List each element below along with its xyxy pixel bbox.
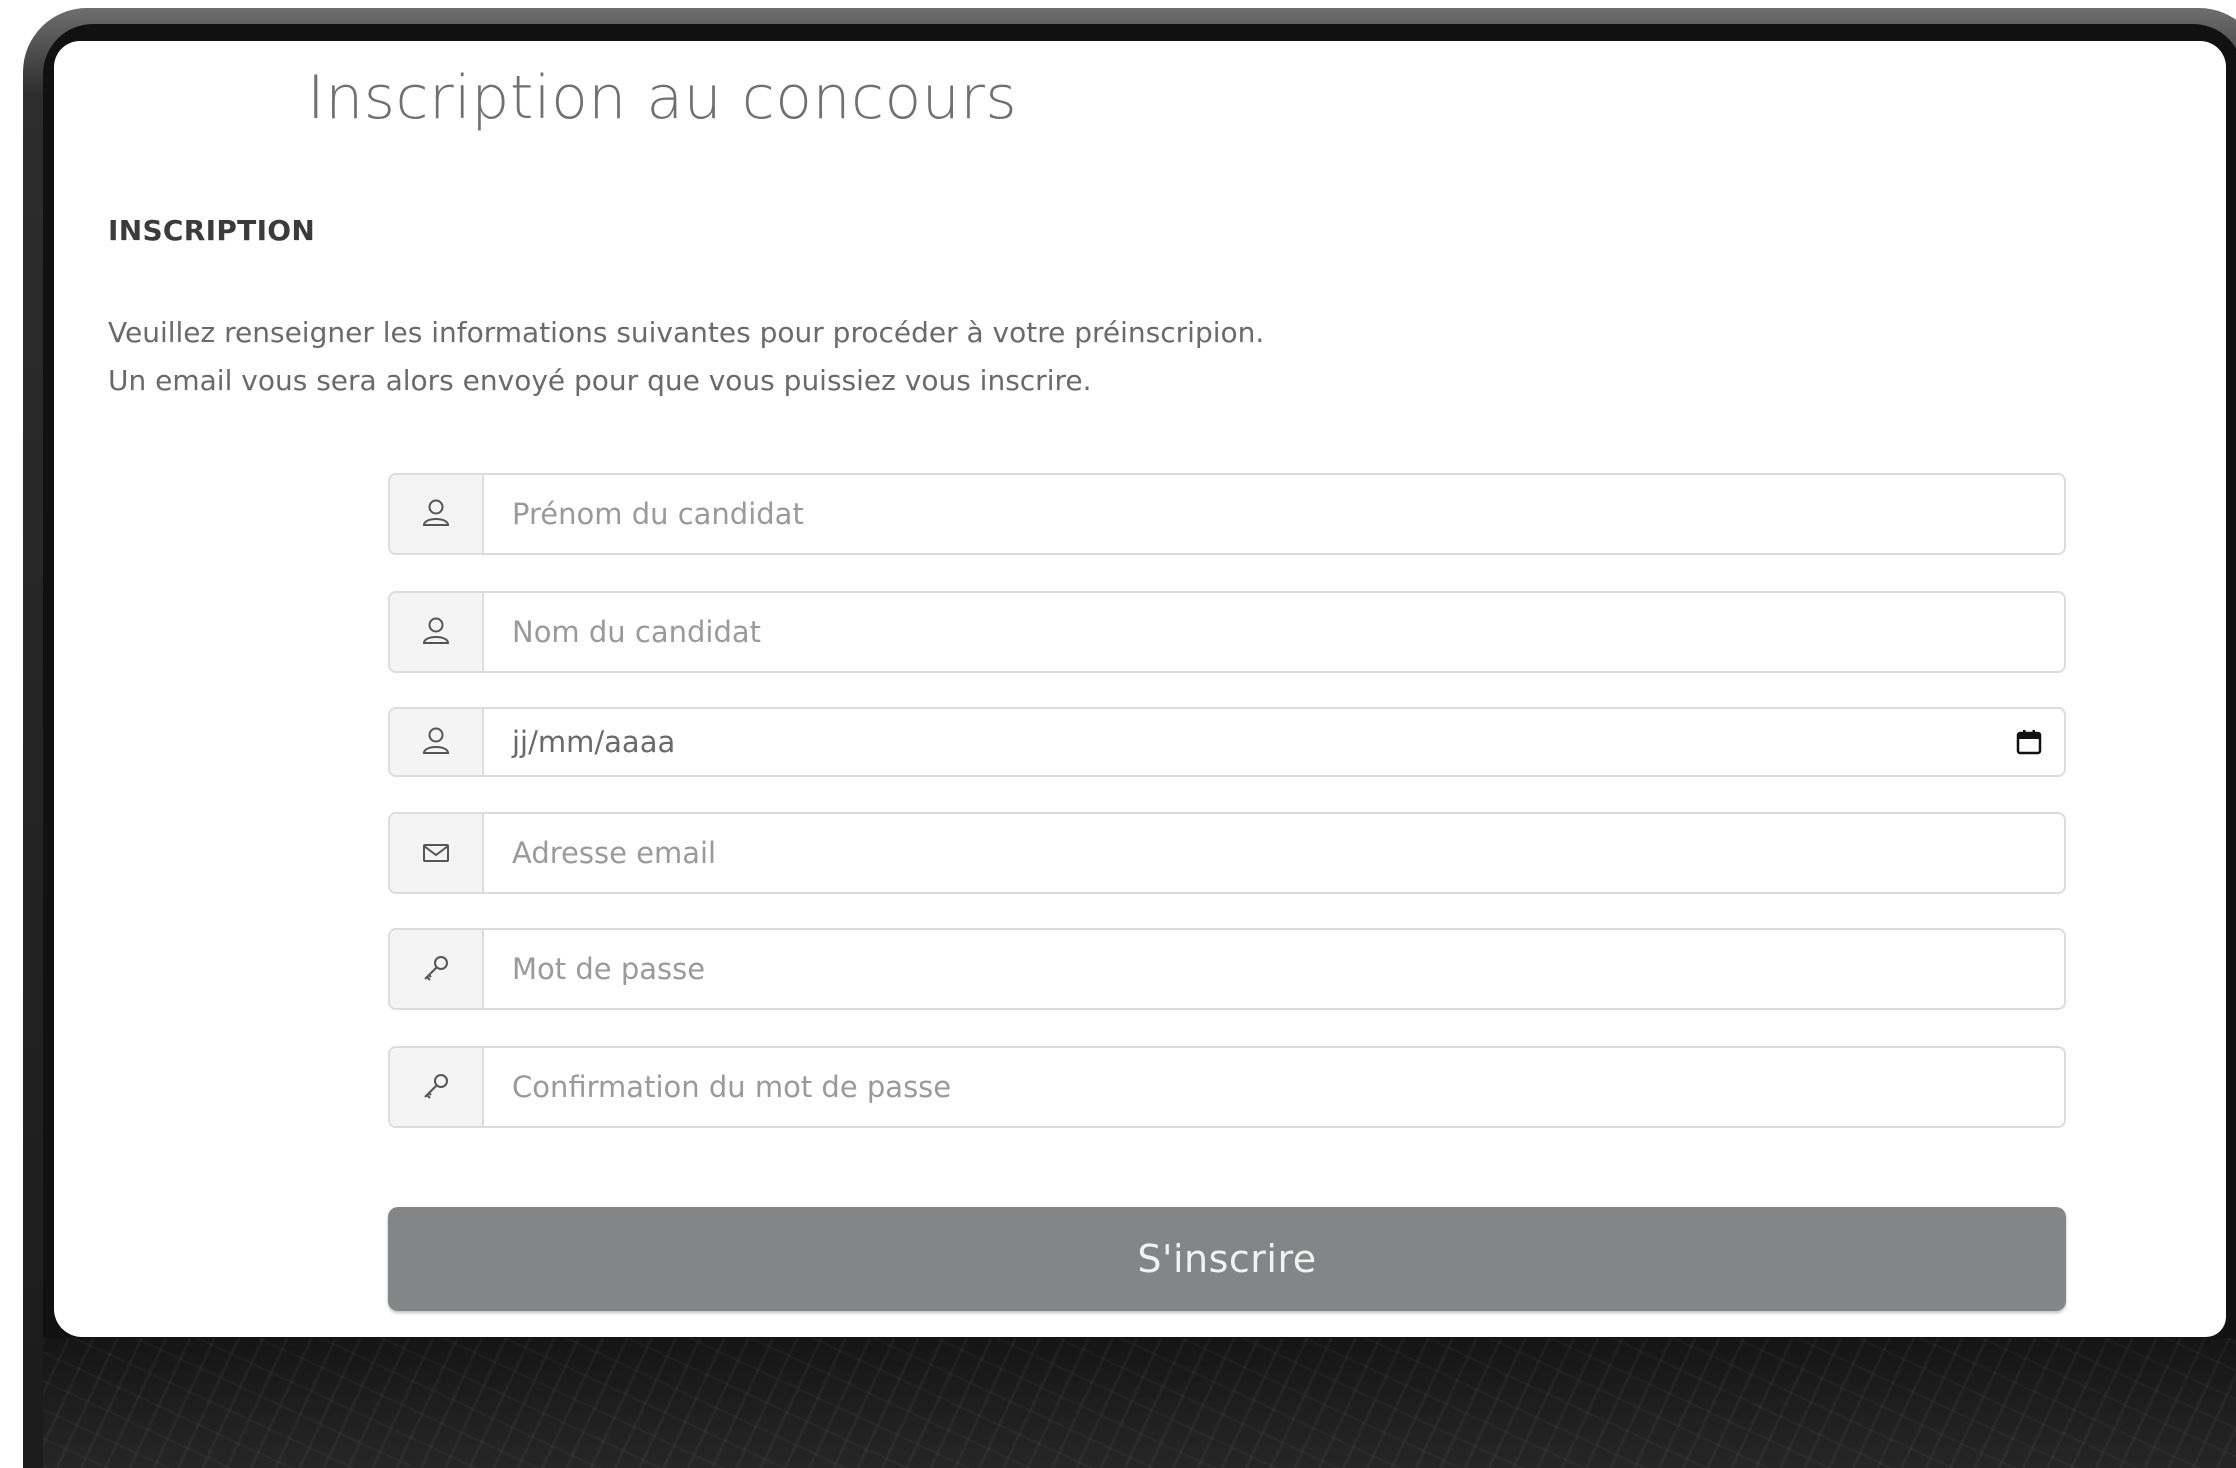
key-icon	[390, 1048, 484, 1126]
birth-date-field: jj/mm/aaaa	[388, 707, 2066, 777]
section-heading: INSCRIPTION	[108, 214, 316, 247]
birth-date-input[interactable]: jj/mm/aaaa	[484, 709, 1994, 775]
password-confirm-field	[388, 1046, 2066, 1128]
calendar-icon[interactable]	[1994, 709, 2064, 775]
key-icon	[390, 930, 484, 1008]
page-title: Inscription au concours	[307, 63, 1018, 133]
password-confirm-input[interactable]	[484, 1048, 2064, 1126]
intro-line-1: Veuillez renseigner les informations sui…	[108, 316, 1265, 349]
email-input[interactable]	[484, 814, 2064, 892]
user-icon	[390, 709, 484, 775]
user-icon	[390, 593, 484, 671]
intro-line-2: Un email vous sera alors envoyé pour que…	[108, 364, 1092, 397]
submit-button[interactable]: S'inscrire	[388, 1207, 2066, 1311]
password-field	[388, 928, 2066, 1010]
intro-text: Veuillez renseigner les informations sui…	[108, 309, 1264, 405]
envelope-icon	[390, 814, 484, 892]
password-input[interactable]	[484, 930, 2064, 1008]
first-name-field	[388, 473, 2066, 555]
screen: Inscription au concours INSCRIPTION Veui…	[54, 41, 2226, 1337]
last-name-field	[388, 591, 2066, 673]
keyboard-area	[43, 1338, 2236, 1468]
last-name-input[interactable]	[484, 593, 2064, 671]
user-icon	[390, 475, 484, 553]
first-name-input[interactable]	[484, 475, 2064, 553]
email-field	[388, 812, 2066, 894]
